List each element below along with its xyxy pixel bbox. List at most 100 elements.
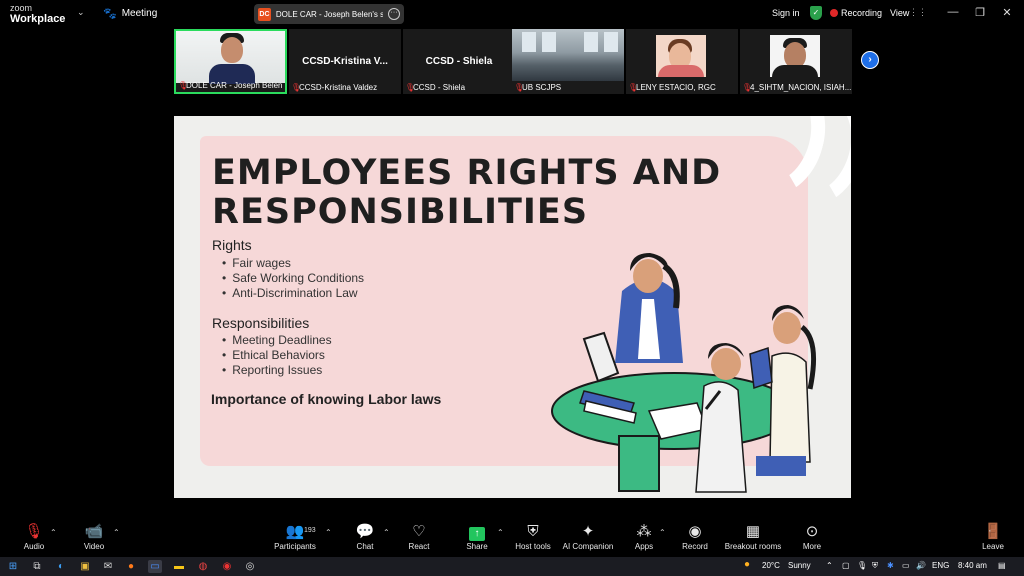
brand-small: zoom: [10, 3, 33, 13]
mail-icon[interactable]: ✉: [101, 560, 115, 573]
leave-label: Leave: [982, 542, 1004, 551]
firefox-icon[interactable]: ●: [124, 560, 138, 573]
shield-icon: ⛨: [527, 523, 539, 540]
view-grid-icon[interactable]: ⋮⋮: [909, 7, 927, 18]
screen-icon[interactable]: ▢: [842, 561, 850, 570]
security-icon[interactable]: ⛨: [872, 561, 878, 571]
record-label: Record: [682, 542, 708, 551]
chevron-up-icon[interactable]: ⌃: [383, 528, 390, 537]
pdf-icon[interactable]: ◉: [220, 560, 234, 573]
participant-photo: [656, 35, 706, 77]
close-icon[interactable]: ✕: [1000, 6, 1014, 19]
sparkle-icon: ✦: [581, 523, 595, 540]
app-icon[interactable]: ◎: [243, 560, 257, 573]
sign-in-link[interactable]: Sign in: [772, 8, 800, 18]
ai-companion-button[interactable]: ✦ AI Companion: [562, 522, 614, 551]
more-options-icon[interactable]: ···: [388, 8, 400, 20]
chevron-up-icon[interactable]: ⌃: [50, 528, 57, 537]
participant-name: 4_SIHTM_NACION, ISIAH...: [750, 83, 852, 92]
zoom-taskbar-icon[interactable]: ▭: [148, 560, 162, 573]
file-explorer-icon[interactable]: ▬: [172, 560, 186, 573]
mic-icon[interactable]: 🎙: [857, 561, 867, 570]
screen-share-pill[interactable]: DC DOLE CAR - Joseph Belen's scree ···: [254, 4, 404, 24]
chevron-up-icon[interactable]: ⌃: [325, 528, 332, 537]
weather-temp[interactable]: 20°C: [762, 561, 780, 570]
heart-icon: ♡: [412, 523, 426, 540]
restore-icon[interactable]: ❐: [973, 6, 987, 19]
leave-icon: 🚪: [983, 523, 1003, 540]
breakout-rooms-button[interactable]: ▦ Breakout rooms: [724, 522, 782, 551]
participant-tile[interactable]: 🎙 4_SIHTM_NACION, ISIAH...: [740, 29, 852, 94]
network-icon[interactable]: ▭: [902, 561, 910, 570]
participant-tile[interactable]: CCSD-Kristina V... 🎙 CCSD-Kristina Valde…: [289, 29, 401, 94]
meeting-toolbar: 🎙 Audio ⌃ 📹 Video ⌃ 👥 Participants ⌃ 💬 C…: [0, 520, 1024, 556]
more-button[interactable]: ⊙ More: [800, 522, 824, 551]
store-icon[interactable]: ▣: [78, 560, 92, 573]
chat-label: Chat: [356, 542, 374, 551]
bluetooth-icon[interactable]: ✱: [887, 561, 894, 570]
top-bar: zoom Workplace ⌄ 🐾 Meeting DC DOLE CAR -…: [0, 0, 1024, 28]
recording-dot-icon: [830, 9, 838, 17]
leave-button[interactable]: 🚪 Leave: [981, 522, 1005, 551]
notifications-icon[interactable]: ▤: [998, 561, 1006, 570]
chevron-up-icon[interactable]: ⌃: [113, 528, 120, 537]
chat-button[interactable]: 💬 Chat: [354, 522, 376, 551]
windows-taskbar: ⊞ ⧉ ◐ ▣ ✉ ● ▭ ▬ ◍ ◉ ◎ ● 20°C Sunny ⌃ ▢ 🎙…: [0, 557, 1024, 576]
host-tools-button[interactable]: ⛨ Host tools: [514, 522, 552, 551]
paw-icon: 🐾: [103, 8, 117, 20]
participant-tile[interactable]: 🎙 DOLE CAR - Joseph Belen: [174, 29, 287, 94]
participant-tile[interactable]: 🎙 UB SCJPS: [512, 29, 624, 94]
chevron-up-icon[interactable]: ⌃: [497, 528, 504, 537]
host-tools-label: Host tools: [515, 542, 551, 551]
list-item: Safe Working Conditions: [222, 271, 364, 286]
video-off-icon: 📹: [84, 523, 104, 540]
participant-strip: 🎙 DOLE CAR - Joseph Belen CCSD-Kristina …: [174, 29, 854, 94]
meeting-menu[interactable]: 🐾 Meeting: [103, 7, 157, 20]
view-button[interactable]: View: [890, 8, 909, 18]
share-label: Share: [466, 542, 488, 551]
participant-name: UB SCJPS: [522, 83, 562, 92]
illustration-girl: [769, 352, 811, 463]
audio-button[interactable]: 🎙 Audio: [22, 522, 46, 551]
clock[interactable]: 8:40 am: [958, 561, 987, 570]
record-button[interactable]: ◉ Record: [680, 522, 710, 551]
participant-display-name: CCSD-Kristina V...: [302, 56, 388, 67]
chat-icon: 💬: [355, 523, 375, 540]
windows-start-icon[interactable]: ⊞: [6, 560, 20, 573]
video-button[interactable]: 📹 Video: [82, 522, 106, 551]
participant-tile[interactable]: CCSD - Shiela 🎙 CCSD - Shiela: [403, 29, 515, 94]
share-button[interactable]: ↑ Share: [464, 522, 490, 551]
minimize-icon[interactable]: —: [946, 6, 960, 18]
zoom-brand[interactable]: zoom Workplace: [10, 3, 65, 25]
more-icon: ⊙: [805, 523, 819, 540]
security-shield-icon[interactable]: ✓: [810, 6, 822, 20]
chevron-up-icon[interactable]: ⌃: [659, 528, 666, 537]
mic-muted-icon: 🎙: [24, 523, 44, 540]
share-pill-text: DOLE CAR - Joseph Belen's scree: [275, 9, 384, 19]
illustration-boy: [695, 381, 747, 493]
apps-button[interactable]: ⁂ Apps: [632, 522, 656, 551]
react-button[interactable]: ♡ React: [406, 522, 432, 551]
chevron-down-icon[interactable]: ⌄: [77, 7, 85, 18]
audio-label: Audio: [23, 542, 45, 551]
importance-text: Importance of knowing Labor laws: [211, 391, 442, 407]
shared-slide: EMPLOYEES RIGHTS AND RESPONSIBILITIES Ri…: [174, 116, 851, 498]
language-indicator[interactable]: ENG: [932, 561, 949, 570]
weather-state[interactable]: Sunny: [788, 561, 811, 570]
chrome-icon[interactable]: ◍: [196, 560, 210, 573]
list-item: Reporting Issues: [222, 363, 332, 378]
edge-icon[interactable]: ◐: [54, 560, 68, 573]
participant-name: CCSD-Kristina Valdez: [299, 83, 378, 92]
task-view-icon[interactable]: ⧉: [30, 560, 44, 573]
rights-list: Fair wages Safe Working Conditions Anti-…: [222, 256, 364, 301]
participant-tile[interactable]: 🎙 LENY ESTACIO, RGC: [626, 29, 738, 94]
next-participants-button[interactable]: ›: [861, 51, 879, 69]
recording-label[interactable]: Recording: [841, 8, 882, 18]
slide-title: EMPLOYEES RIGHTS AND RESPONSIBILITIES: [212, 154, 732, 232]
slide-title-line2: RESPONSIBILITIES: [212, 192, 589, 232]
volume-icon[interactable]: 🔊: [916, 561, 926, 570]
participant-video: [176, 31, 285, 84]
chevron-up-icon[interactable]: ⌃: [826, 561, 833, 570]
workers-illustration: [551, 253, 817, 493]
participant-count: 193: [304, 527, 316, 534]
